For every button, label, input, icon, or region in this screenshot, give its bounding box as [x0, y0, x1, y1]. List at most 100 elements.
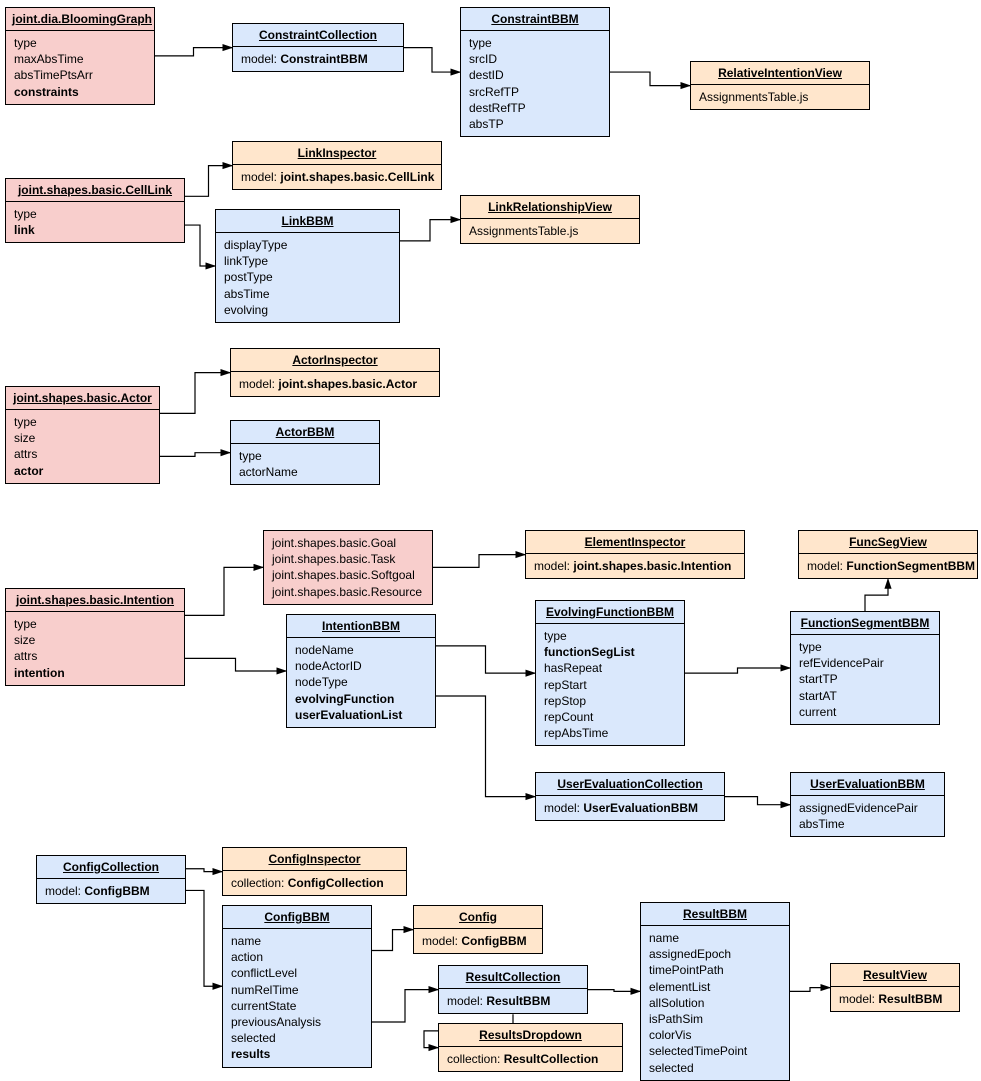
cellLink-line-0: type: [14, 206, 176, 222]
linkBBM: LinkBBMdisplayTypelinkTypepostTypeabsTim…: [215, 209, 400, 323]
elementInspector-title: ElementInspector: [526, 531, 744, 554]
evolvingFunctionBBM-body: typefunctionSegListhasRepeatrepStartrepS…: [536, 624, 684, 745]
config-title: Config: [414, 906, 542, 929]
configInspector-title: ConfigInspector: [223, 848, 406, 871]
resultBBM-line-7: selectedTimePoint: [649, 1043, 781, 1059]
intention-line-2: attrs: [14, 648, 176, 664]
elementInspector-line-0: model: joint.shapes.basic.Intention: [534, 558, 736, 574]
bloomingGraph-line-2: absTimePtsArr: [14, 67, 146, 83]
edge-functionSegmentBBM-funcSegView: [865, 579, 888, 611]
configBBM-title: ConfigBBM: [223, 906, 371, 929]
linkBBM-line-3: absTime: [224, 286, 391, 302]
resultBBM-line-3: elementList: [649, 979, 781, 995]
relativeIntentionView-body: AssignmentsTable.js: [691, 85, 869, 109]
intention-title: joint.shapes.basic.Intention: [6, 589, 184, 612]
actor-title: joint.shapes.basic.Actor: [6, 387, 159, 410]
edge-actor-actorInspector: [160, 373, 230, 414]
resultView-line-0: model: ResultBBM: [839, 991, 951, 1007]
resultView-body: model: ResultBBM: [831, 987, 959, 1011]
intention-body: typesizeattrsintention: [6, 612, 184, 685]
actorInspector-title: ActorInspector: [231, 349, 439, 372]
resultCollection-body: model: ResultBBM: [439, 989, 587, 1013]
intention-line-3: intention: [14, 665, 176, 681]
actor-body: typesizeattrsactor: [6, 410, 159, 483]
constraintBBM: ConstraintBBMtypesrcIDdestIDsrcRefTPdest…: [460, 7, 610, 137]
configBBM-line-1: action: [231, 949, 363, 965]
resultBBM-line-2: timePointPath: [649, 962, 781, 978]
userEvaluationCollection-body: model: UserEvaluationBBM: [536, 796, 724, 820]
resultView: ResultView model: ResultBBM: [830, 963, 960, 1012]
resultsDropdown: ResultsDropdowncollection: ResultCollect…: [438, 1023, 623, 1072]
intentionBBM-title: IntentionBBM: [287, 615, 435, 638]
cellLink-line-1: link: [14, 222, 176, 238]
shapesList-line-0: joint.shapes.basic.Goal: [272, 535, 424, 551]
relativeIntentionView-title: RelativeIntentionView: [691, 62, 869, 85]
constraintCollection: ConstraintCollection model: ConstraintBBM: [232, 23, 404, 72]
edge-userEvaluationCollection-userEvaluationBBM: [725, 797, 790, 805]
actorInspector: ActorInspectormodel: joint.shapes.basic.…: [230, 348, 440, 397]
configBBM-body: nameactionconflictLevelnumRelTimecurrent…: [223, 929, 371, 1067]
edge-resultBBM-resultView: [790, 988, 830, 992]
actor: joint.shapes.basic.Actortypesizeattrsact…: [5, 386, 160, 484]
cellLink-title: joint.shapes.basic.CellLink: [6, 179, 184, 202]
configBBM-line-0: name: [231, 933, 363, 949]
actor-line-3: actor: [14, 463, 151, 479]
functionSegmentBBM: FunctionSegmentBBMtyperefEvidencePairsta…: [790, 611, 940, 725]
shapesList-line-1: joint.shapes.basic.Task: [272, 551, 424, 567]
constraintBBM-title: ConstraintBBM: [461, 8, 609, 31]
userEvaluationBBM-line-1: absTime: [799, 816, 936, 832]
constraintBBM-body: typesrcIDdestIDsrcRefTPdestRefTPabsTP: [461, 31, 609, 136]
userEvaluationBBM: UserEvaluationBBMassignedEvidencePairabs…: [790, 772, 945, 837]
shapesList-line-2: joint.shapes.basic.Softgoal: [272, 567, 424, 583]
edge-configCollection-configBBM: [186, 890, 222, 986]
constraintBBM-line-1: srcID: [469, 51, 601, 67]
actor-line-0: type: [14, 414, 151, 430]
functionSegmentBBM-line-0: type: [799, 639, 931, 655]
edge-resultCollection-resultBBM: [588, 990, 640, 992]
userEvaluationBBM-body: assignedEvidencePairabsTime: [791, 796, 944, 836]
constraintBBM-line-5: absTP: [469, 116, 601, 132]
resultView-title: ResultView: [831, 964, 959, 987]
constraintBBM-line-0: type: [469, 35, 601, 51]
bloomingGraph-line-1: maxAbsTime: [14, 51, 146, 67]
evolvingFunctionBBM-line-0: type: [544, 628, 676, 644]
actor-line-2: attrs: [14, 446, 151, 462]
evolvingFunctionBBM-line-4: repStop: [544, 693, 676, 709]
configCollection-body: model: ConfigBBM: [37, 879, 185, 903]
constraintBBM-line-3: srcRefTP: [469, 84, 601, 100]
evolvingFunctionBBM-title: EvolvingFunctionBBM: [536, 601, 684, 624]
functionSegmentBBM-line-4: current: [799, 704, 931, 720]
evolvingFunctionBBM-line-6: repAbsTime: [544, 725, 676, 741]
intentionBBM-line-4: userEvaluationList: [295, 707, 427, 723]
configInspector-body: collection: ConfigCollection: [223, 871, 406, 895]
actorBBM-body: typeactorName: [231, 444, 379, 484]
linkInspector-line-0: model: joint.shapes.basic.CellLink: [241, 169, 433, 185]
intentionBBM-line-2: nodeType: [295, 674, 427, 690]
intention: joint.shapes.basic.Intentiontypesizeattr…: [5, 588, 185, 686]
relativeIntentionView-line-0: AssignmentsTable.js: [699, 89, 861, 105]
functionSegmentBBM-line-3: startAT: [799, 688, 931, 704]
evolvingFunctionBBM-line-5: repCount: [544, 709, 676, 725]
constraintCollection-body: model: ConstraintBBM: [233, 47, 403, 71]
linkInspector: LinkInspector model: joint.shapes.basic.C…: [232, 141, 442, 190]
resultBBM-line-8: selected: [649, 1060, 781, 1076]
configBBM-line-2: conflictLevel: [231, 965, 363, 981]
edge-bloomingGraph-constraintCollection: [155, 48, 232, 56]
constraintCollection-title: ConstraintCollection: [233, 24, 403, 47]
resultBBM-line-5: isPathSim: [649, 1011, 781, 1027]
edge-intentionBBM-evolvingFunctionBBM: [436, 646, 535, 673]
edge-shapesList-elementInspector: [433, 555, 525, 568]
configBBM-line-6: selected: [231, 1030, 363, 1046]
constraintCollection-line-0: model: ConstraintBBM: [241, 51, 395, 67]
linkRelationshipView-body: AssignmentsTable.js: [461, 219, 639, 243]
configCollection-title: ConfigCollection: [37, 856, 185, 879]
resultBBM-line-0: name: [649, 930, 781, 946]
linkBBM-line-0: displayType: [224, 237, 391, 253]
evolvingFunctionBBM: EvolvingFunctionBBMtypefunctionSegListha…: [535, 600, 685, 746]
resultsDropdown-line-0: collection: ResultCollection: [447, 1051, 614, 1067]
edge-cellLink-linkBBM: [185, 225, 215, 266]
configBBM-line-7: results: [231, 1046, 363, 1062]
linkInspector-title: LinkInspector: [233, 142, 441, 165]
configCollection-line-0: model: ConfigBBM: [45, 883, 177, 899]
constraintBBM-line-2: destID: [469, 67, 601, 83]
